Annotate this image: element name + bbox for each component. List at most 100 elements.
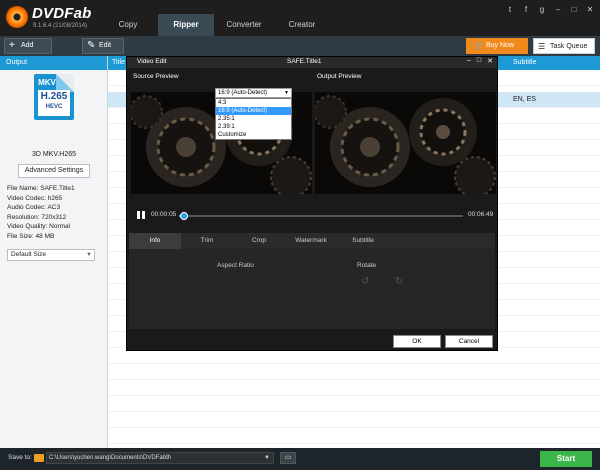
rotate-left-icon[interactable]: ↺ bbox=[361, 276, 369, 287]
browse-folder-button[interactable]: ▭ bbox=[280, 452, 296, 464]
open-folder-icon: ▭ bbox=[284, 454, 292, 461]
save-path-select[interactable]: C:\Users\yuchen.wang\Documents\DVDFab9\ … bbox=[46, 452, 274, 464]
rotate-label: Rotate bbox=[357, 262, 377, 269]
task-queue-icon: ☰ bbox=[538, 42, 546, 51]
seek-thumb[interactable] bbox=[179, 212, 188, 220]
option-16-9-auto[interactable]: 16:9 (Auto-Detect) bbox=[216, 107, 291, 115]
info-audio-codec: Audio Codec: AC3 bbox=[7, 204, 61, 212]
maximize-icon[interactable]: □ bbox=[477, 57, 481, 65]
google-plus-icon[interactable]: g bbox=[536, 4, 548, 16]
column-subtitle[interactable]: Subtitle bbox=[513, 56, 536, 70]
cart-icon: 🛒 bbox=[474, 41, 484, 50]
close-icon[interactable]: ✕ bbox=[487, 57, 493, 65]
aspect-ratio-select[interactable]: 16:9 (Auto-Detect) ▼ bbox=[215, 88, 292, 98]
title-bar: DVDFab 9.1.6.4 (21/08/2014) Copy Ripper … bbox=[0, 0, 600, 36]
info-file-name: File Name: SAFE.Title1 bbox=[7, 185, 75, 192]
column-title[interactable]: Title bbox=[112, 56, 125, 70]
close-icon[interactable]: ✕ bbox=[584, 4, 596, 16]
advanced-settings-button[interactable]: Advanced Settings bbox=[18, 164, 90, 178]
tab-copy[interactable]: Copy bbox=[100, 14, 156, 36]
current-time: 00:00:05 bbox=[151, 211, 177, 218]
tab-trim[interactable]: Trim bbox=[181, 233, 233, 249]
rotate-right-icon[interactable]: ↻ bbox=[395, 276, 403, 287]
option-2-35-1[interactable]: 2.35:1 bbox=[216, 115, 291, 123]
info-video-codec: Video Codec: h265 bbox=[7, 194, 63, 202]
dialog-footer: OK Cancel bbox=[129, 332, 495, 350]
dialog-name: Video Edit bbox=[137, 58, 167, 65]
maximize-icon[interactable]: □ bbox=[568, 4, 580, 16]
add-label: Add bbox=[21, 42, 34, 49]
list-item bbox=[108, 396, 600, 412]
toolbar: + Add ✎ Edit 🛒 Buy Now ☰ Task Queue bbox=[0, 36, 600, 56]
profile-name: 3D MKV.H265 bbox=[31, 151, 77, 158]
info-video-quality: Video Quality: Normal bbox=[7, 223, 71, 231]
output-panel: Output MKV H.265 HEVC 3D MKV.H265 Advanc… bbox=[0, 56, 108, 448]
output-frame-image bbox=[315, 92, 496, 194]
task-queue-button[interactable]: ☰ Task Queue bbox=[533, 38, 595, 54]
dvdfab-window: DVDFab 9.1.6.4 (21/08/2014) Copy Ripper … bbox=[0, 0, 600, 470]
hevc-label: HEVC bbox=[45, 104, 63, 110]
option-2-39-1[interactable]: 2.39:1 bbox=[216, 123, 291, 131]
cancel-button[interactable]: Cancel bbox=[445, 335, 493, 348]
edit-icon: ✎ bbox=[87, 40, 96, 51]
source-preview-label: Source Preview bbox=[133, 73, 179, 80]
option-customize[interactable]: Customize bbox=[216, 131, 291, 139]
buy-label: Buy Now bbox=[486, 42, 515, 49]
minimize-icon[interactable]: – bbox=[552, 4, 564, 16]
tab-converter[interactable]: Converter bbox=[216, 14, 272, 36]
task-queue-label: Task Queue bbox=[550, 43, 588, 50]
minimize-icon[interactable]: – bbox=[467, 57, 471, 65]
list-item bbox=[108, 412, 600, 428]
list-item bbox=[108, 428, 600, 444]
output-header: Output bbox=[0, 56, 107, 70]
size-select[interactable]: Default Size ▼ bbox=[7, 249, 95, 261]
dialog-controls: – □ ✕ bbox=[467, 57, 493, 65]
ok-button[interactable]: OK bbox=[393, 335, 441, 348]
seek-track[interactable] bbox=[179, 215, 463, 217]
list-item bbox=[108, 380, 600, 396]
facebook-icon[interactable]: f bbox=[520, 4, 532, 16]
app-name: DVDFab bbox=[32, 5, 92, 22]
total-time: 00:06:49 bbox=[468, 211, 494, 218]
pause-icon[interactable] bbox=[137, 211, 145, 219]
tab-watermark[interactable]: Watermark bbox=[285, 233, 337, 249]
save-path-value: C:\Users\yuchen.wang\Documents\DVDFab9\ bbox=[49, 455, 172, 461]
size-select-value: Default Size bbox=[11, 251, 47, 258]
file-info-list: File Name: SAFE.Title1 Video Codec: h265… bbox=[7, 184, 75, 242]
chevron-down-icon: ▼ bbox=[284, 90, 289, 96]
plus-icon: + bbox=[9, 40, 15, 51]
playback-bar: 00:00:05 00:06:49 bbox=[127, 207, 497, 225]
dialog-title: SAFE.Title1 bbox=[287, 58, 322, 65]
output-preview-label: Output Preview bbox=[317, 73, 362, 80]
dvdfab-logo-icon bbox=[6, 6, 28, 28]
chevron-down-icon: ▼ bbox=[264, 455, 270, 461]
folder-icon bbox=[34, 454, 44, 462]
tab-subtitle[interactable]: Subtitle bbox=[337, 233, 389, 249]
aspect-ratio-label: Aspect Ratio bbox=[217, 262, 254, 269]
info-file-size: File Size: 48 MB bbox=[7, 232, 55, 240]
app-version: 9.1.6.4 (21/08/2014) bbox=[33, 23, 88, 29]
buy-now-button[interactable]: 🛒 Buy Now bbox=[466, 38, 528, 54]
tab-ripper[interactable]: Ripper bbox=[158, 14, 214, 36]
window-controls: t f g – □ ✕ bbox=[504, 4, 596, 16]
edit-button[interactable]: ✎ Edit bbox=[82, 38, 124, 54]
row-subtitle-value: EN, ES bbox=[513, 96, 536, 103]
bottom-bar: Save to: C:\Users\yuchen.wang\Documents\… bbox=[0, 448, 600, 470]
h265-badge: H.265 HEVC bbox=[38, 90, 70, 116]
aspect-ratio-options: 4:3 16:9 (Auto-Detect) 2.35:1 2.39:1 Cus… bbox=[215, 98, 292, 140]
tab-info[interactable]: Info bbox=[129, 233, 181, 249]
tab-crop[interactable]: Crop bbox=[233, 233, 285, 249]
option-4-3[interactable]: 4:3 bbox=[216, 99, 291, 107]
chevron-down-icon: ▼ bbox=[86, 252, 92, 258]
list-item bbox=[108, 364, 600, 380]
start-button[interactable]: Start bbox=[540, 451, 592, 467]
video-edit-dialog: Video Edit SAFE.Title1 – □ ✕ Source Prev… bbox=[126, 56, 498, 351]
aspect-ratio-value: 16:9 (Auto-Detect) bbox=[218, 90, 268, 96]
add-button[interactable]: + Add bbox=[4, 38, 52, 54]
mkv-file-icon[interactable]: MKV H.265 HEVC bbox=[34, 74, 74, 120]
edit-tabs: Info Trim Crop Watermark Subtitle bbox=[129, 233, 495, 249]
output-preview bbox=[315, 92, 496, 194]
twitter-icon[interactable]: t bbox=[504, 4, 516, 16]
edit-label: Edit bbox=[99, 42, 112, 49]
tab-creator[interactable]: Creator bbox=[274, 14, 330, 36]
